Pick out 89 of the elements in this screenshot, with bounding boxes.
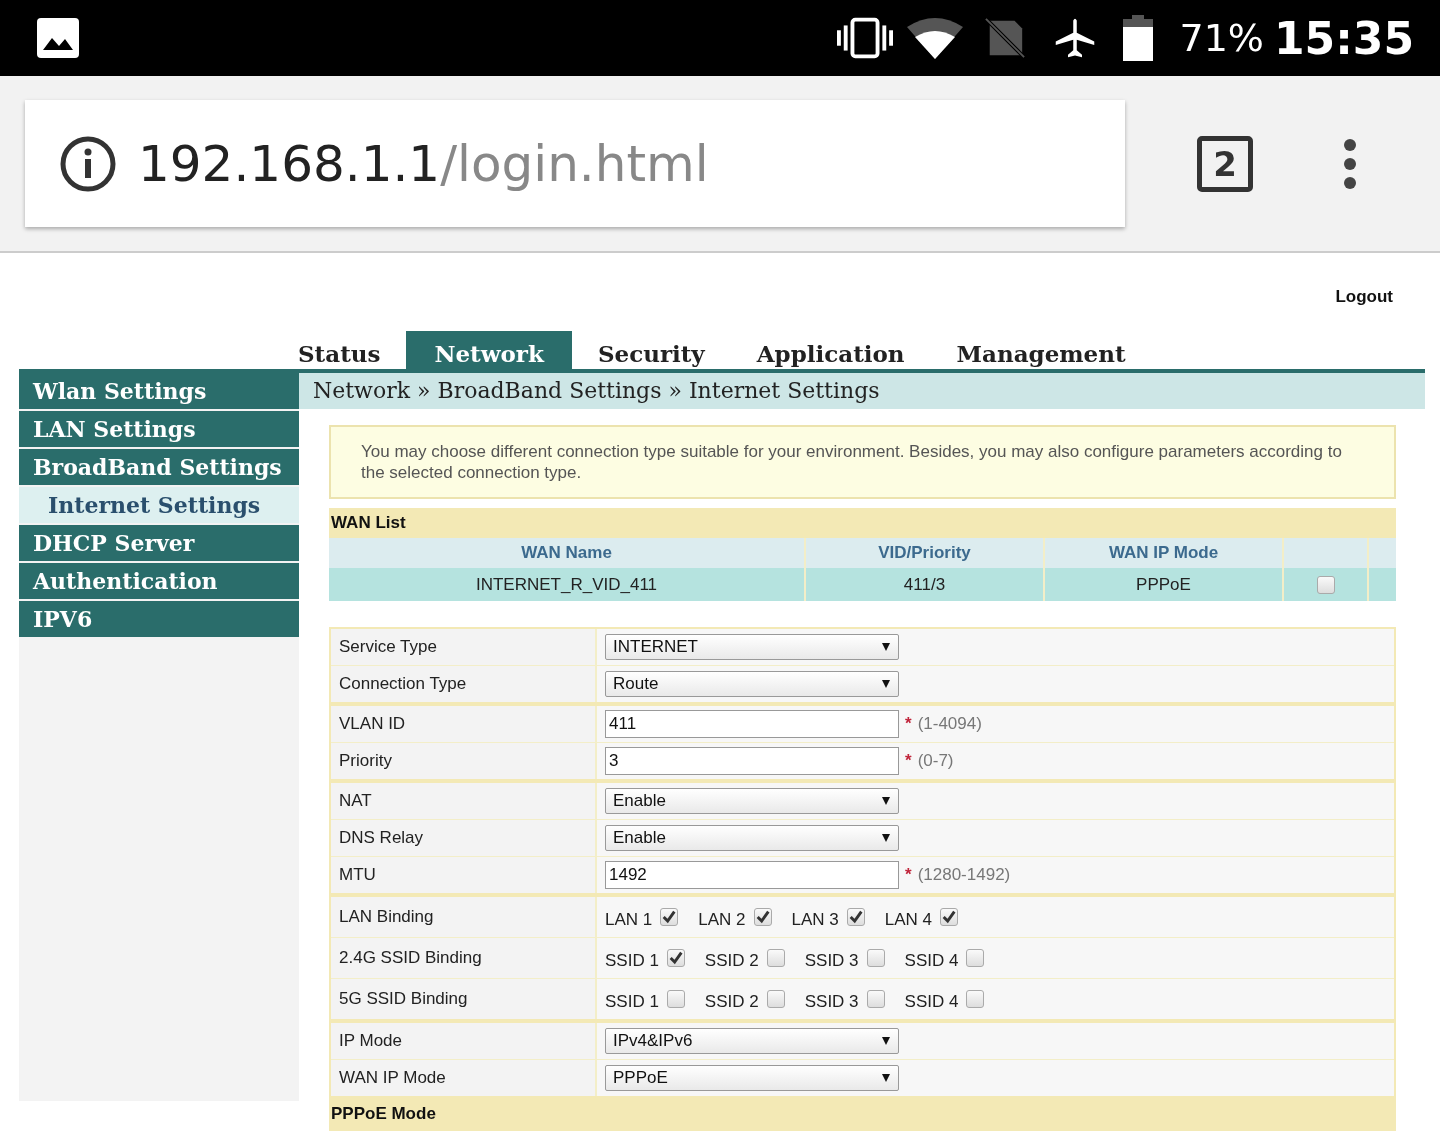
dropdown[interactable]: PPPoE: [605, 1065, 899, 1091]
tab-count-button[interactable]: 2: [1197, 135, 1253, 192]
checkbox[interactable]: [966, 949, 985, 967]
info-icon[interactable]: [60, 135, 116, 192]
dropdown-arrow-icon: [882, 1074, 890, 1082]
url-text: 192.168.1.1/login.html: [138, 134, 709, 193]
checkbox[interactable]: [1316, 575, 1335, 594]
range-hint: (0-7): [917, 751, 954, 771]
dropdown[interactable]: Enable: [605, 788, 899, 814]
field-label: WAN IP Mode: [331, 1060, 597, 1096]
required-mark: *: [905, 751, 912, 771]
field-label: Priority: [331, 743, 597, 779]
dropdown-arrow-icon: [882, 643, 890, 651]
checkbox[interactable]: [666, 949, 685, 967]
dropdown[interactable]: INTERNET: [605, 634, 899, 660]
checkbox[interactable]: [660, 908, 679, 926]
clock-time: 15:35: [1273, 12, 1414, 64]
field-label: MTU: [331, 857, 597, 893]
option-label: SSID 3: [804, 950, 859, 971]
checkbox[interactable]: [866, 949, 885, 967]
logout-link[interactable]: Logout: [1335, 287, 1393, 331]
nav-tab[interactable]: Management: [930, 331, 1152, 369]
dropdown[interactable]: Route: [605, 671, 899, 697]
field-label: DNS Relay: [331, 820, 597, 856]
input-field[interactable]: 411: [605, 710, 899, 738]
checkbox[interactable]: [966, 990, 985, 1008]
option-label: SSID 4: [904, 991, 959, 1012]
checkbox[interactable]: [866, 990, 885, 1008]
notice-text: You may choose different connection type suitable for your environment. Besides, you may also configure parameters according to the selected connection type.: [329, 425, 1396, 499]
sidebar-item[interactable]: LAN Settings: [19, 411, 299, 447]
checkbox[interactable]: [753, 908, 772, 926]
field-label: 2.4G SSID Binding: [331, 938, 597, 978]
sidebar-subitem[interactable]: Internet Settings: [19, 487, 299, 523]
required-mark: *: [905, 714, 912, 734]
option-label: SSID 2: [704, 950, 759, 971]
vibrate-icon: [837, 17, 894, 59]
table-cell: INTERNET_R_VID_411: [329, 568, 806, 601]
battery-icon: [1123, 15, 1154, 61]
wifi-icon: [907, 17, 964, 59]
dropdown[interactable]: IPv4&IPv6: [605, 1028, 899, 1054]
field-label: LAN Binding: [331, 897, 597, 937]
option-label: LAN 2: [698, 909, 746, 930]
sidebar-item[interactable]: Wlan Settings: [19, 373, 299, 409]
range-hint: (1280-1492): [917, 865, 1011, 885]
input-field[interactable]: 3: [605, 747, 899, 775]
table-cell: PPPoE: [1045, 568, 1284, 601]
dropdown[interactable]: Enable: [605, 825, 899, 851]
sidebar-item[interactable]: IPV6: [19, 601, 299, 637]
option-label: SSID 4: [904, 950, 959, 971]
field-label: VLAN ID: [331, 706, 597, 742]
dropdown-arrow-icon: [882, 1037, 890, 1045]
field-label: 5G SSID Binding: [331, 979, 597, 1019]
nav-tab[interactable]: Network: [406, 331, 572, 369]
nav-tab[interactable]: Application: [730, 331, 931, 369]
field-label: NAT: [331, 783, 597, 819]
nav-tab[interactable]: Status: [272, 331, 407, 369]
dropdown-arrow-icon: [882, 680, 890, 688]
section-title: WAN List: [329, 508, 1396, 538]
field-label: IP Mode: [331, 1023, 597, 1059]
checkbox[interactable]: [766, 949, 785, 967]
menu-icon[interactable]: [1343, 137, 1357, 190]
option-label: LAN 4: [884, 909, 932, 930]
option-label: SSID 1: [605, 950, 659, 971]
field-label: Service Type: [331, 629, 597, 665]
dropdown-arrow-icon: [882, 834, 890, 842]
section-title: PPPoE Mode: [329, 1098, 1396, 1131]
field-label: Connection Type: [331, 666, 597, 702]
option-label: LAN 1: [605, 909, 653, 930]
option-label: SSID 2: [704, 991, 759, 1012]
option-label: SSID 1: [605, 991, 659, 1012]
table-cell: 411/3: [806, 568, 1045, 601]
gallery-icon: [37, 18, 79, 58]
option-label: SSID 3: [804, 991, 859, 1012]
address-bar[interactable]: 192.168.1.1/login.html: [25, 100, 1125, 227]
checkbox[interactable]: [766, 990, 785, 1008]
input-field[interactable]: 1492: [605, 861, 899, 889]
sidebar-item[interactable]: DHCP Server: [19, 525, 299, 561]
battery-percentage: 71%: [1179, 16, 1264, 60]
option-label: LAN 3: [791, 909, 839, 930]
dropdown-arrow-icon: [882, 797, 890, 805]
required-mark: *: [905, 865, 912, 885]
breadcrumb: Network » BroadBand Settings » Internet Settings: [299, 373, 1425, 409]
checkbox[interactable]: [666, 990, 685, 1008]
sidebar-item[interactable]: Authentication: [19, 563, 299, 599]
range-hint: (1-4094): [917, 714, 982, 734]
checkbox[interactable]: [846, 908, 865, 926]
sidebar-item[interactable]: BroadBand Settings: [19, 449, 299, 485]
nav-tab[interactable]: Security: [571, 331, 731, 369]
checkbox[interactable]: [940, 908, 958, 926]
